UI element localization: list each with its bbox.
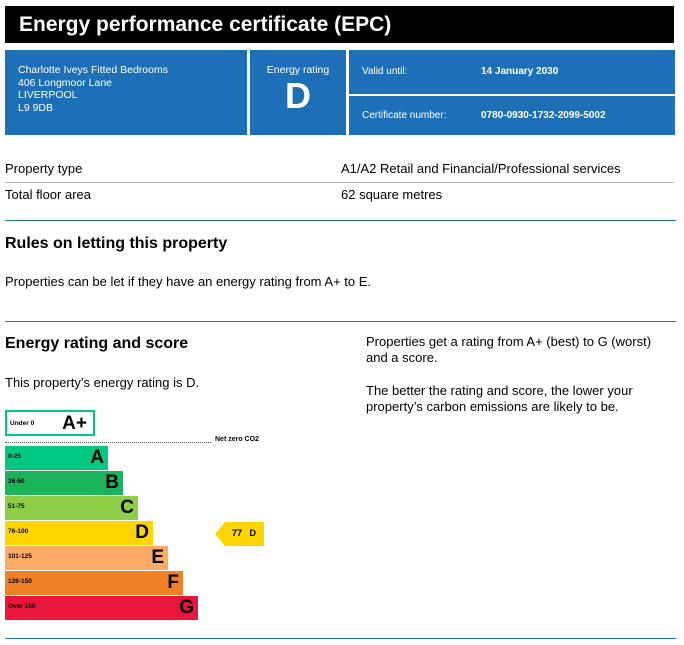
rating-band-b: 26-50 B bbox=[5, 471, 123, 495]
energy-rating-value: D bbox=[285, 75, 311, 116]
certificate-number-label: Certificate number: bbox=[362, 110, 447, 121]
rating-band-g: Over 150 G bbox=[5, 596, 198, 620]
letting-text: Properties can be let if they have an en… bbox=[5, 274, 372, 289]
score-explanation: The better the rating and score, the low… bbox=[366, 383, 633, 414]
address-box: Charlotte Iveys Fitted Bedrooms 406 Long… bbox=[5, 50, 247, 135]
band-letter: E bbox=[151, 547, 164, 568]
net-zero-line bbox=[5, 442, 211, 443]
certificate-number-value: 0780-0930-1732-2099-5002 bbox=[481, 110, 606, 121]
net-zero-label: Net zero CO2 bbox=[215, 436, 259, 443]
band-letter: D bbox=[135, 522, 149, 543]
rating-explanation: Properties get a rating from A+ (best) t… bbox=[366, 334, 652, 365]
section-divider bbox=[5, 321, 676, 322]
current-score-value: 77 bbox=[232, 528, 243, 538]
current-score-text: 77 D bbox=[232, 528, 256, 538]
energy-heading: Energy rating and score bbox=[5, 335, 189, 352]
floor-area-value: 62 square metres bbox=[341, 187, 443, 202]
section-divider bbox=[5, 638, 676, 639]
band-range: 126-150 bbox=[8, 578, 32, 585]
rating-band-a: 0-25 A bbox=[5, 446, 108, 470]
energy-rating-box: Energy rating D bbox=[250, 50, 346, 135]
page-title-bar: Energy performance certificate (EPC) bbox=[5, 6, 676, 43]
property-type-label: Property type bbox=[5, 161, 83, 176]
band-range: 101-125 bbox=[8, 553, 32, 560]
floor-area-row: Total floor area 62 square metres bbox=[5, 182, 674, 207]
letting-heading: Rules on letting this property bbox=[5, 235, 228, 252]
band-range: 0-25 bbox=[8, 453, 22, 460]
valid-until-value: 14 January 2030 bbox=[481, 66, 559, 77]
rating-band-d: 76-100 D bbox=[5, 521, 153, 545]
band-letter: G bbox=[179, 597, 194, 618]
band-range: 51-75 bbox=[8, 503, 25, 510]
property-type-value: A1/A2 Retail and Financial/Professional … bbox=[341, 161, 621, 176]
address-line-4: L9 9DB bbox=[18, 101, 54, 114]
address-line-2: 406 Longmoor Lane bbox=[18, 76, 112, 89]
rating-band-e: 101-125 E bbox=[5, 546, 168, 570]
valid-until-label: Valid until: bbox=[362, 66, 408, 77]
certificate-number-box: Certificate number: 0780-0930-1732-2099-… bbox=[349, 96, 675, 135]
page-title: Energy performance certificate (EPC) bbox=[19, 13, 392, 36]
rating-band-f: 126-150 F bbox=[5, 571, 183, 595]
band-range: Over 150 bbox=[8, 603, 36, 610]
band-range: 26-50 bbox=[8, 478, 25, 485]
property-type-row: Property type A1/A2 Retail and Financial… bbox=[5, 157, 674, 181]
title-bar-edge bbox=[674, 6, 676, 43]
energy-rating-text: This property’s energy rating is D. bbox=[5, 375, 200, 390]
section-divider bbox=[5, 220, 676, 221]
valid-until-box: Valid until: 14 January 2030 bbox=[349, 50, 675, 94]
band-letter: B bbox=[105, 472, 119, 493]
band-letter: A bbox=[90, 447, 104, 468]
rating-band-c: 51-75 C bbox=[5, 496, 138, 520]
band-letter: C bbox=[120, 497, 134, 518]
floor-area-label: Total floor area bbox=[5, 187, 91, 202]
band-range: 76-100 bbox=[8, 528, 29, 535]
band-letter: F bbox=[167, 572, 179, 593]
current-score-letter: D bbox=[249, 528, 257, 538]
band-range: Under 0 bbox=[10, 420, 35, 427]
rating-band-aplus: Under 0 A+ bbox=[5, 410, 95, 436]
address-line-1: Charlotte Iveys Fitted Bedrooms bbox=[18, 64, 168, 76]
address-line-3: LIVERPOOL bbox=[18, 89, 78, 101]
current-score-marker: 77 D bbox=[215, 522, 264, 546]
band-letter: A+ bbox=[62, 413, 87, 434]
